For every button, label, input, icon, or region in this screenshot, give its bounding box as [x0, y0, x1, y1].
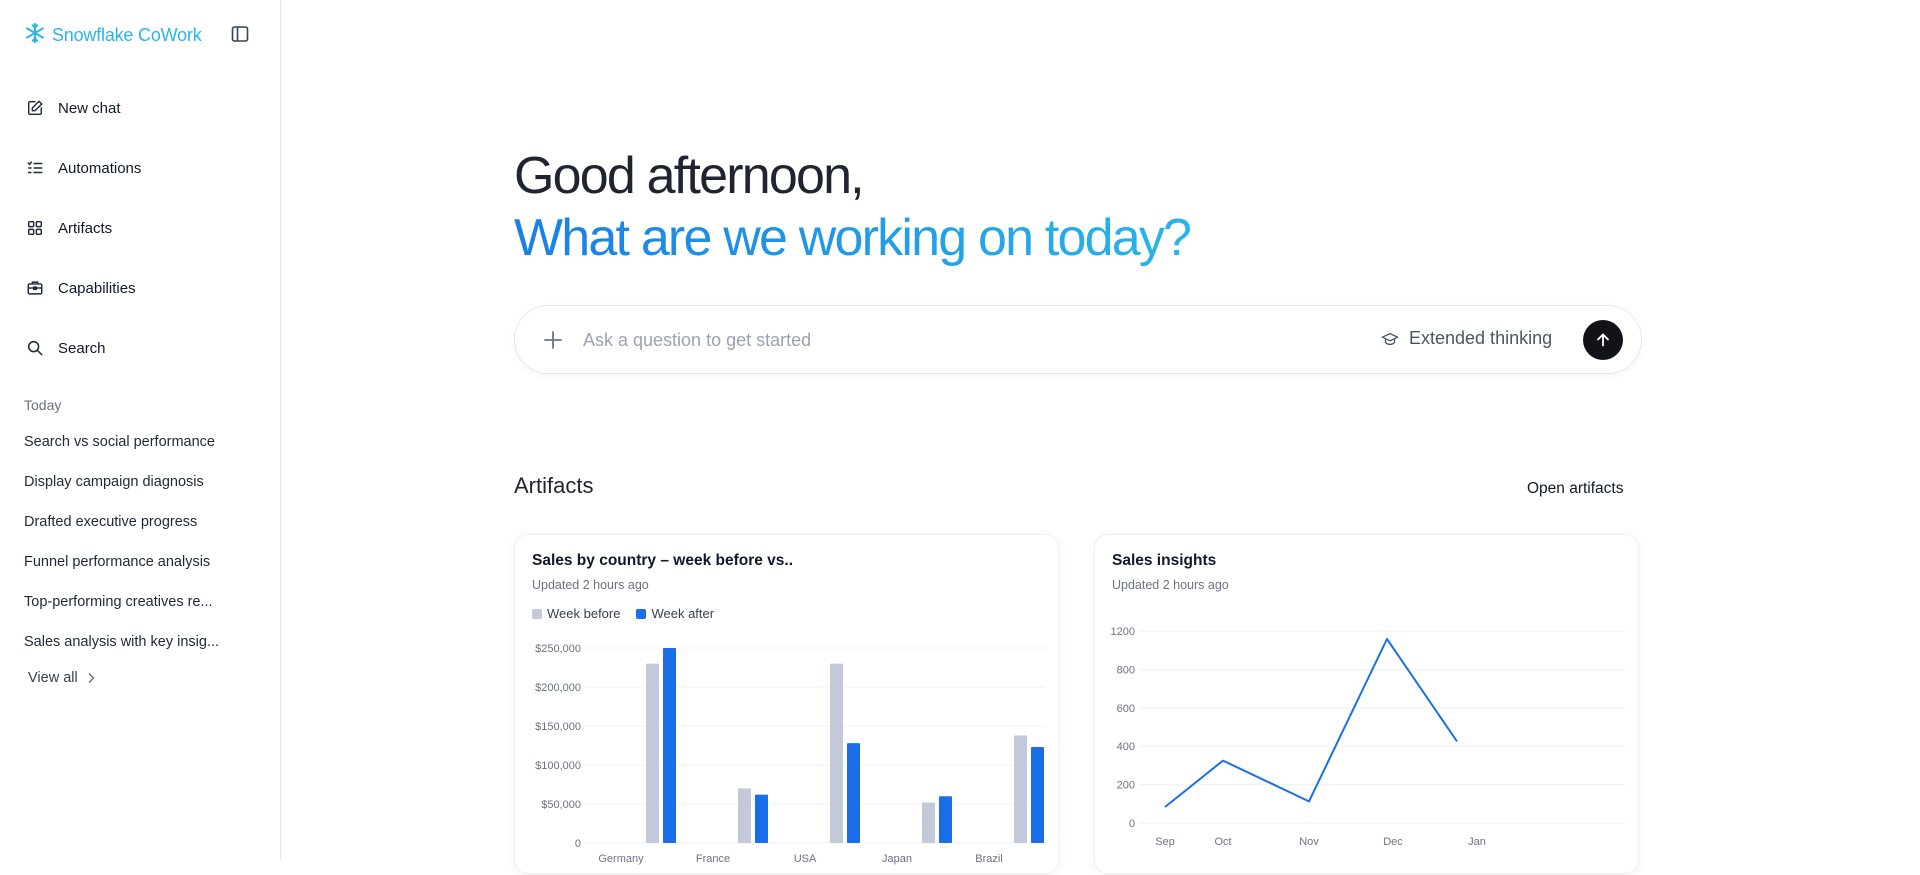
brand-name: Snowflake CoWork [52, 25, 202, 45]
nav-item-label: Automations [58, 159, 142, 177]
sidebar: Snowflake CoWork New chat Automations Ar… [0, 0, 281, 860]
history-item[interactable]: Sales analysis with key insig... [24, 624, 264, 664]
bar [646, 663, 659, 843]
nav-item-artifacts[interactable]: Artifacts [0, 198, 281, 258]
nav-item-search[interactable]: Search [0, 318, 281, 378]
brand[interactable]: Snowflake CoWork [24, 22, 202, 49]
history-item[interactable]: Search vs social performance [24, 424, 264, 464]
artifact-card-sales-by-country[interactable]: Sales by country – week before vs.. Upda… [514, 534, 1059, 874]
x-tick-label: Oct [1214, 836, 1231, 848]
history-item[interactable]: Funnel performance analysis [24, 544, 264, 584]
x-tick-label: Germany [598, 853, 644, 865]
x-tick-label: Sep [1155, 836, 1175, 848]
bar-chart: 0 $50,000 $100,000 $150,000 $200,000 $250,000… [535, 643, 1045, 865]
series-line [1164, 638, 1458, 808]
ask-bar: Extended thinking [514, 305, 1642, 374]
y-tick-label: 0 [575, 838, 581, 850]
nav-item-new-chat[interactable]: New chat [0, 78, 281, 138]
artifacts-heading: Artifacts [514, 473, 594, 498]
sidebar-toggle-icon [231, 26, 249, 42]
bar [939, 796, 952, 843]
snowflake-logo-icon [24, 22, 46, 49]
x-tick-label: Japan [882, 853, 912, 865]
arrow-up-icon [1597, 333, 1609, 347]
ask-input[interactable] [583, 324, 1283, 356]
artifact-card-sales-insights[interactable]: Sales insights Updated 2 hours ago 0 200 4… [1094, 534, 1639, 874]
history-section-label: Today [24, 397, 62, 413]
x-tick-label: Brazil [975, 853, 1003, 865]
y-tick-label: 0 [1129, 818, 1135, 830]
nav-item-label: Capabilities [58, 279, 136, 297]
chat-history-list: Search vs social performance Display cam… [24, 424, 264, 664]
attach-button[interactable] [541, 328, 565, 352]
edit-icon [27, 100, 43, 116]
greeting-title: Good afternoon, [514, 147, 865, 205]
history-item[interactable]: Drafted executive progress [24, 504, 264, 544]
bar [1031, 747, 1044, 843]
nav-item-label: Search [58, 339, 106, 357]
history-item[interactable]: Display campaign diagnosis [24, 464, 264, 504]
bar [663, 648, 676, 843]
bar [922, 802, 935, 843]
nav-item-label: New chat [58, 99, 121, 117]
bar [1014, 735, 1027, 843]
history-item[interactable]: Top-performing creatives re... [24, 584, 264, 624]
view-all-link[interactable]: View all [28, 670, 96, 686]
y-tick-label: $250,000 [535, 643, 581, 655]
greeting-subtitle: What are we working on today? [514, 209, 1192, 267]
x-tick-label: Jan [1468, 836, 1486, 848]
line-chart: 0 200 400 600 800 1200 Sep Oct Nov Dec Jan [1111, 626, 1625, 848]
y-tick-label: 600 [1117, 703, 1135, 715]
x-tick-label: USA [794, 853, 817, 865]
sidebar-nav: New chat Automations Artifacts Capabilit… [0, 78, 281, 378]
main-content: Good afternoon, What are we working on t… [282, 0, 1920, 874]
plus-icon [544, 331, 562, 349]
bar [755, 794, 768, 843]
y-tick-label: 200 [1117, 780, 1135, 792]
y-tick-label: 1200 [1111, 626, 1135, 638]
x-tick-label: France [696, 853, 730, 865]
extended-thinking-toggle[interactable]: Extended thinking [1381, 328, 1552, 349]
open-artifacts-button[interactable]: Open artifacts [1527, 480, 1624, 498]
extended-thinking-label: Extended thinking [1409, 328, 1553, 348]
y-tick-label: $200,000 [535, 682, 581, 694]
graduation-cap-icon [1381, 332, 1399, 345]
view-all-label: View all [28, 670, 78, 686]
send-button[interactable] [1583, 320, 1623, 360]
y-tick-label: $50,000 [541, 799, 581, 811]
y-tick-label: $100,000 [535, 760, 581, 772]
y-tick-label: 400 [1117, 741, 1135, 753]
bar [830, 663, 843, 843]
bar [738, 788, 751, 843]
grid-icon [27, 220, 43, 236]
nav-item-automations[interactable]: Automations [0, 138, 281, 198]
checklist-icon [27, 161, 43, 174]
sidebar-toggle-button[interactable] [230, 24, 250, 44]
y-tick-label: $150,000 [535, 721, 581, 733]
nav-item-label: Artifacts [58, 219, 113, 237]
toolbox-icon [27, 281, 43, 295]
y-tick-label: 800 [1117, 664, 1135, 676]
x-tick-label: Nov [1299, 836, 1319, 848]
bar [847, 743, 860, 843]
chevron-right-icon [88, 672, 95, 684]
x-tick-label: Dec [1383, 836, 1403, 848]
search-icon [27, 340, 43, 356]
nav-item-capabilities[interactable]: Capabilities [0, 258, 281, 318]
